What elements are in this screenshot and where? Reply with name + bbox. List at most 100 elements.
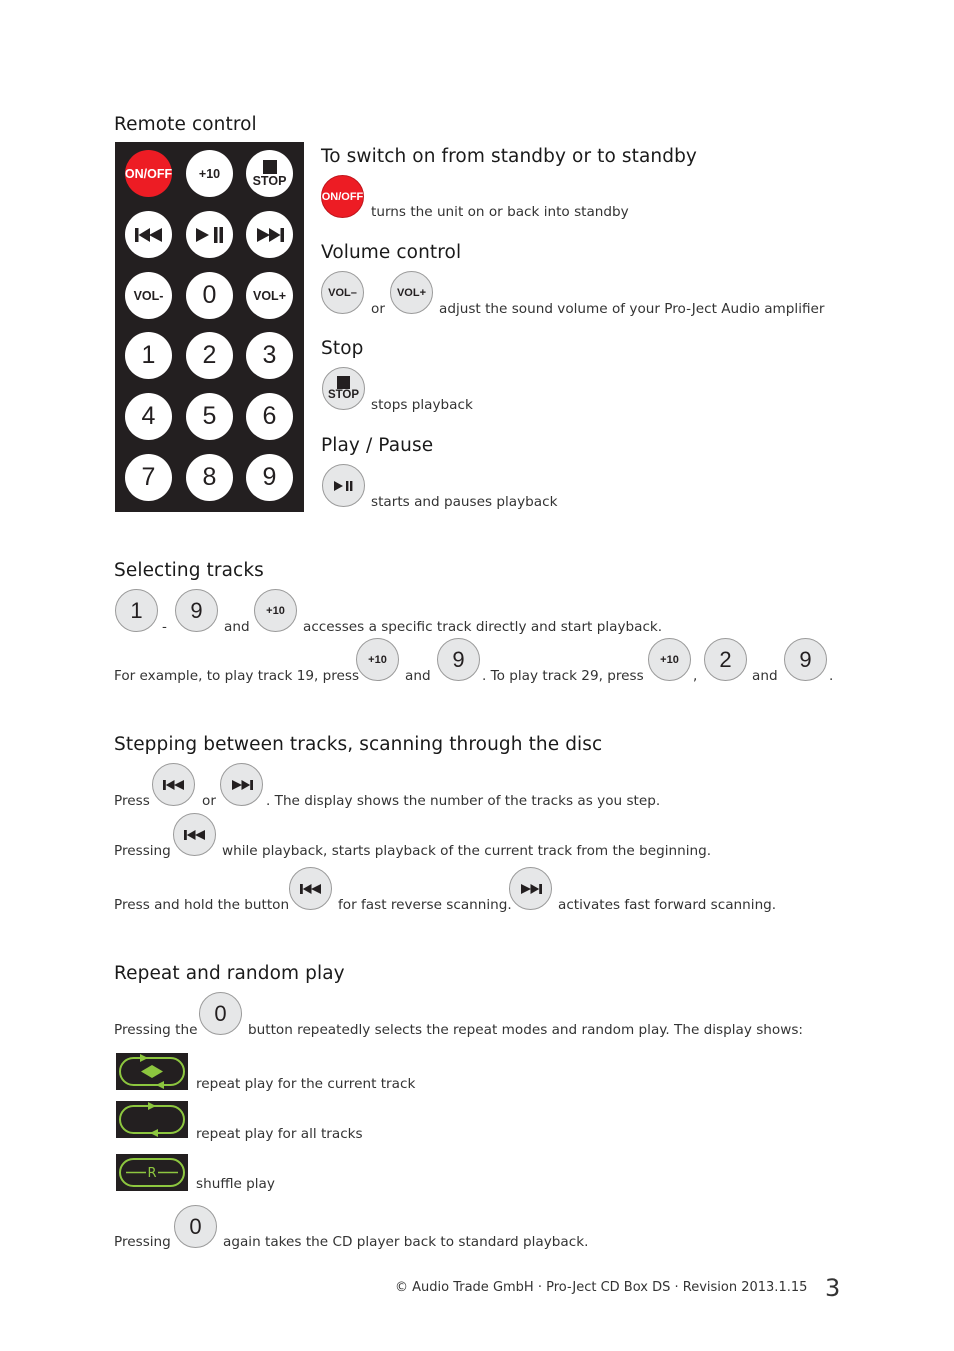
skip-previous-icon <box>183 829 205 840</box>
repeat-mode-text: repeat play for all tracks <box>196 1126 363 1142</box>
button-0: 0 <box>174 1205 217 1248</box>
remote-previous-button[interactable] <box>125 211 172 258</box>
volume-heading: Volume control <box>321 242 462 263</box>
press-text: Press <box>114 793 150 809</box>
repeat-all-icon <box>119 1102 185 1137</box>
remote-4-button[interactable]: 4 <box>125 393 172 440</box>
stop-label: STOP <box>327 388 360 401</box>
and-text: and <box>405 668 431 684</box>
on-off-button: ON/OFF <box>321 175 364 218</box>
button-9: 9 <box>784 638 827 681</box>
stop-heading: Stop <box>321 338 364 359</box>
repeat-mode-text: repeat play for the current track <box>196 1076 416 1092</box>
and-text: and <box>224 619 250 635</box>
vol-minus-label: VOL– <box>328 286 357 299</box>
remote-9-button[interactable]: 9 <box>246 454 293 501</box>
stepping-heading: Stepping between tracks, scanning throug… <box>114 734 603 755</box>
remote-control-image: ON/OFF +10 STOP VOL- 0 VOL+ 1 2 3 4 5 6 … <box>115 142 304 512</box>
vol-plus-label: VOL+ <box>396 286 427 299</box>
skip-next-icon <box>520 883 542 894</box>
digit-label: 4 <box>141 402 156 430</box>
repeat-heading: Repeat and random play <box>114 963 345 984</box>
stepping-line3-end: activates fast forward scanning. <box>558 897 777 913</box>
shuffle-display: R <box>116 1154 188 1191</box>
standby-heading: To switch on from standby or to standby <box>321 146 697 167</box>
stepping-line3-mid: for fast reverse scanning. <box>338 897 512 913</box>
volume-description: adjust the sound volume of your Pro-Ject… <box>439 301 825 317</box>
shuffle-glyph: R <box>147 1166 156 1181</box>
vol-minus-label: VOL- <box>133 288 164 303</box>
standby-description: turns the unit on or back into standby <box>371 204 629 220</box>
and-text: and <box>752 668 778 684</box>
remote-vol-plus-button[interactable]: VOL+ <box>246 272 293 319</box>
repeat-last-line: again takes the CD player back to standa… <box>223 1234 589 1250</box>
repeat-one-display <box>116 1053 188 1090</box>
digit-label: 3 <box>262 341 277 369</box>
remote-0-button[interactable]: 0 <box>186 272 233 319</box>
remote-on-off-button[interactable]: ON/OFF <box>125 150 172 197</box>
on-off-label: ON/OFF <box>124 166 173 181</box>
selecting-tracks-heading: Selecting tracks <box>114 560 264 581</box>
previous-button <box>289 867 332 910</box>
example-mid: . To play track 29, press <box>482 668 644 684</box>
remote-7-button[interactable]: 7 <box>125 454 172 501</box>
digit-label: 9 <box>799 646 812 672</box>
repeat-one-icon <box>119 1054 185 1089</box>
button-2: 2 <box>704 638 747 681</box>
plus10-button: +10 <box>648 638 691 681</box>
previous-button <box>152 763 195 806</box>
remote-stop-button[interactable]: STOP <box>246 150 293 197</box>
digit-label: 9 <box>452 646 465 672</box>
selecting-description: accesses a specific track directly and s… <box>303 619 663 635</box>
digit-label: 0 <box>214 1000 227 1026</box>
button-0: 0 <box>199 992 242 1035</box>
skip-previous-icon <box>162 779 184 790</box>
button-1: 1 <box>115 589 158 632</box>
comma-text: , <box>693 668 698 684</box>
play-pause-heading: Play / Pause <box>321 435 434 456</box>
remote-plus10-button[interactable]: +10 <box>186 150 233 197</box>
skip-next-icon <box>231 779 253 790</box>
next-button <box>509 867 552 910</box>
repeat-mode-text: shuffle play <box>196 1176 275 1192</box>
digit-label: 0 <box>202 281 217 309</box>
play-pause-icon <box>195 226 223 243</box>
remote-next-button[interactable] <box>246 211 293 258</box>
remote-play-pause-button[interactable] <box>186 211 233 258</box>
previous-button <box>173 813 216 856</box>
remote-2-button[interactable]: 2 <box>186 332 233 379</box>
stop-label: STOP <box>252 173 287 188</box>
stop-icon <box>262 159 277 174</box>
vol-plus-button: VOL+ <box>390 271 433 314</box>
digit-label: 1 <box>141 341 156 369</box>
stepping-line3-prefix: Press and hold the button <box>114 897 290 913</box>
play-pause-button <box>322 464 365 507</box>
footer-text: © Audio Trade GmbH · Pro-Ject CD Box DS … <box>395 1280 808 1295</box>
plus10-label: +10 <box>266 604 285 617</box>
digit-label: 9 <box>262 463 277 491</box>
repeat-all-display <box>116 1101 188 1138</box>
remote-6-button[interactable]: 6 <box>246 393 293 440</box>
skip-next-icon <box>256 227 284 242</box>
button-9: 9 <box>437 638 480 681</box>
remote-1-button[interactable]: 1 <box>125 332 172 379</box>
skip-previous-icon <box>299 883 321 894</box>
remote-3-button[interactable]: 3 <box>246 332 293 379</box>
on-off-label: ON/OFF <box>321 190 364 203</box>
plus10-button: +10 <box>356 638 399 681</box>
or-text: or <box>202 793 216 809</box>
plus10-label: +10 <box>198 166 221 181</box>
shuffle-icon: R <box>119 1158 185 1187</box>
remote-control-heading: Remote control <box>114 114 257 135</box>
page-number: 3 <box>825 1274 841 1302</box>
plus10-label: +10 <box>660 653 679 666</box>
remote-5-button[interactable]: 5 <box>186 393 233 440</box>
digit-label: 1 <box>130 597 143 623</box>
remote-vol-minus-button[interactable]: VOL- <box>125 272 172 319</box>
play-pause-description: starts and pauses playback <box>371 494 558 510</box>
digit-label: 2 <box>202 341 217 369</box>
or-text: or <box>371 301 385 317</box>
skip-previous-icon <box>134 227 162 242</box>
period-text: . <box>829 668 834 684</box>
remote-8-button[interactable]: 8 <box>186 454 233 501</box>
